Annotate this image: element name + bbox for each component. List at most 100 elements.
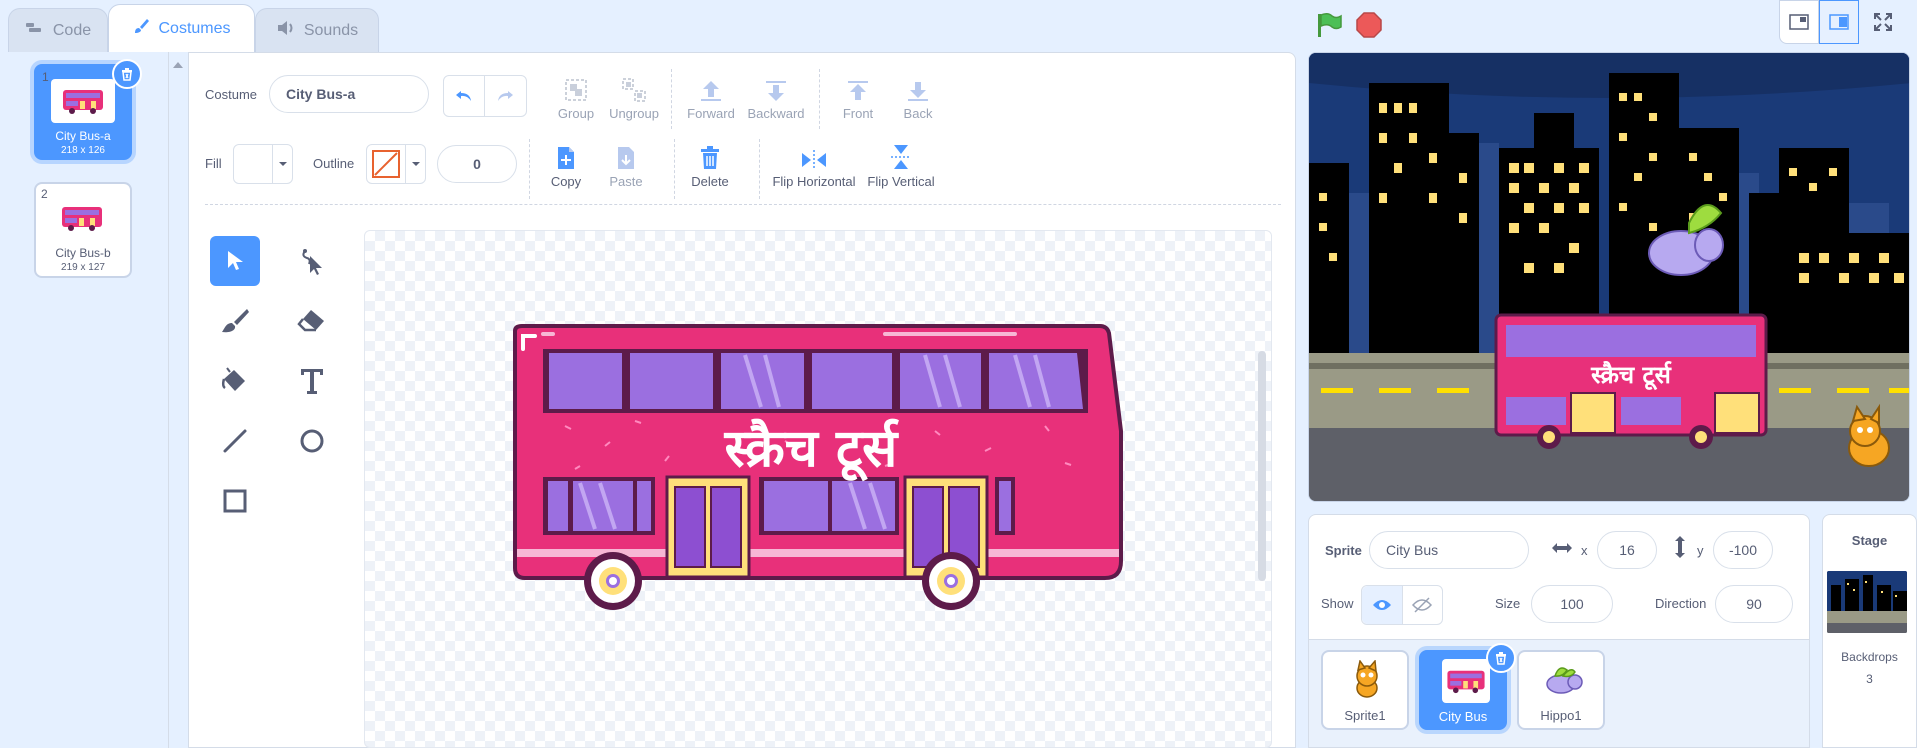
stage-title: Stage — [1851, 533, 1888, 548]
costume-item-1[interactable]: 1 City Bus-a 218 x 126 — [34, 59, 142, 160]
undo-redo-group — [443, 75, 527, 117]
city-backdrop: स्क्रैच टूर्स — [1309, 53, 1909, 501]
delete-button[interactable]: Delete — [685, 141, 735, 189]
reshape-tool[interactable] — [287, 236, 337, 286]
backward-button[interactable]: Backward — [744, 73, 808, 121]
canvas-scrollbar[interactable] — [1258, 351, 1266, 581]
delete-costume-button[interactable] — [112, 59, 142, 89]
line-icon — [223, 429, 247, 453]
paste-button[interactable]: Paste — [601, 141, 651, 189]
flip-vertical-label: Flip Vertical — [867, 174, 935, 189]
sprite-name-input[interactable]: City Bus — [1369, 531, 1529, 569]
eye-icon — [1372, 600, 1391, 610]
sprite-name: City Bus — [1438, 709, 1488, 724]
tab-code[interactable]: Code — [8, 8, 108, 52]
ungroup-button[interactable]: Ungroup — [604, 73, 664, 121]
tab-sounds-label: Sounds — [303, 21, 359, 39]
costume-thumbnail — [50, 196, 114, 240]
tab-costumes[interactable]: Costumes — [108, 4, 255, 52]
select-tool[interactable] — [210, 236, 260, 286]
copy-button[interactable]: Copy — [541, 141, 591, 189]
flip-horizontal-button[interactable]: Flip Horizontal — [769, 141, 859, 189]
flip-horizontal-icon — [802, 150, 826, 170]
fullscreen-button[interactable] — [1863, 0, 1903, 44]
fill-tool[interactable] — [210, 356, 260, 406]
sprite-tile-city-bus[interactable]: City Bus — [1419, 643, 1516, 730]
redo-button[interactable] — [485, 76, 525, 116]
circle-icon — [300, 429, 324, 453]
sprite-tile-sprite1[interactable]: Sprite1 — [1321, 650, 1409, 730]
delete-label: Delete — [691, 174, 729, 189]
flip-vertical-icon — [891, 145, 911, 169]
reshape-icon — [302, 249, 322, 275]
fill-color-picker[interactable] — [233, 144, 293, 184]
outline-width-input[interactable]: 0 — [437, 145, 517, 183]
text-tool[interactable] — [287, 356, 337, 406]
sprite-name: Sprite1 — [1344, 708, 1386, 723]
brush-tool[interactable] — [210, 296, 260, 346]
front-label: Front — [842, 106, 874, 121]
paint-canvas[interactable]: स्क्रैच टूर्स — [364, 230, 1272, 748]
paste-label: Paste — [609, 174, 643, 189]
sprite-name: Hippo1 — [1540, 708, 1582, 723]
y-input[interactable]: -100 — [1713, 531, 1773, 569]
undo-button[interactable] — [444, 76, 485, 116]
x-input[interactable]: 16 — [1597, 531, 1657, 569]
tab-costumes-label: Costumes — [158, 19, 231, 37]
front-button[interactable]: Front — [833, 73, 883, 121]
direction-input[interactable]: 90 — [1715, 585, 1793, 623]
green-flag-icon — [1318, 12, 1342, 37]
trash-icon — [701, 146, 719, 169]
stage-selector[interactable]: Stage Backdrops 3 — [1822, 514, 1917, 748]
line-tool[interactable] — [210, 416, 260, 466]
code-icon — [25, 21, 45, 40]
costume-name-input[interactable]: City Bus-a — [269, 75, 429, 113]
rectangle-icon — [223, 489, 247, 513]
sprite-tile-hippo1[interactable]: Hippo1 — [1517, 650, 1605, 730]
back-icon — [908, 82, 928, 101]
scroll-up-arrow[interactable] — [172, 57, 184, 69]
bus-icon — [1442, 659, 1490, 703]
circle-tool[interactable] — [287, 416, 337, 466]
normal-stage-button[interactable] — [1819, 0, 1859, 44]
costume-label: Costume — [205, 87, 258, 102]
paste-icon — [618, 147, 634, 169]
costume-thumbnail — [51, 79, 115, 123]
rectangle-tool[interactable] — [210, 476, 260, 526]
city-bus-costume: स्क्रैच टूर्स — [513, 324, 1123, 610]
fullscreen-icon — [1874, 13, 1892, 31]
size-input[interactable]: 100 — [1531, 585, 1613, 623]
normal-stage-icon — [1829, 14, 1849, 30]
costume-name: City Bus-a — [55, 129, 111, 143]
sprite-list: Sprite1 City Bus Hippo1 — [1308, 640, 1810, 748]
dropdown-arrow-icon — [273, 145, 292, 183]
stage-canvas[interactable]: स्क्रैच टूर्स — [1308, 52, 1910, 502]
show-label: Show — [1321, 596, 1354, 611]
back-label: Back — [903, 106, 933, 121]
costume-item-2[interactable]: 2 City Bus-b 219 x 127 — [34, 182, 132, 278]
outline-color-picker[interactable] — [366, 144, 426, 184]
group-icon — [565, 79, 587, 101]
flip-horizontal-label: Flip Horizontal — [772, 174, 856, 189]
backdrops-count: 3 — [1866, 672, 1873, 686]
green-flag-button[interactable] — [1314, 10, 1344, 40]
forward-icon — [701, 81, 721, 101]
stop-button[interactable] — [1354, 10, 1384, 40]
show-hidden-button[interactable] — [1403, 586, 1443, 624]
ungroup-icon — [622, 78, 646, 102]
stage-bus-text: स्क्रैच टूर्स — [1590, 361, 1672, 391]
hippo-icon — [1539, 658, 1587, 702]
group-button[interactable]: Group — [551, 73, 601, 121]
tab-sounds[interactable]: Sounds — [255, 8, 379, 52]
small-stage-button[interactable] — [1779, 0, 1819, 44]
forward-label: Forward — [687, 106, 735, 121]
eraser-tool[interactable] — [287, 296, 337, 346]
delete-sprite-button[interactable] — [1486, 643, 1516, 673]
flip-vertical-button[interactable]: Flip Vertical — [865, 141, 937, 189]
back-button[interactable]: Back — [893, 73, 943, 121]
stop-icon — [1356, 12, 1382, 38]
show-visible-button[interactable] — [1362, 586, 1403, 624]
copy-label: Copy — [550, 174, 582, 189]
forward-button[interactable]: Forward — [683, 73, 739, 121]
size-label: Size — [1495, 596, 1521, 611]
